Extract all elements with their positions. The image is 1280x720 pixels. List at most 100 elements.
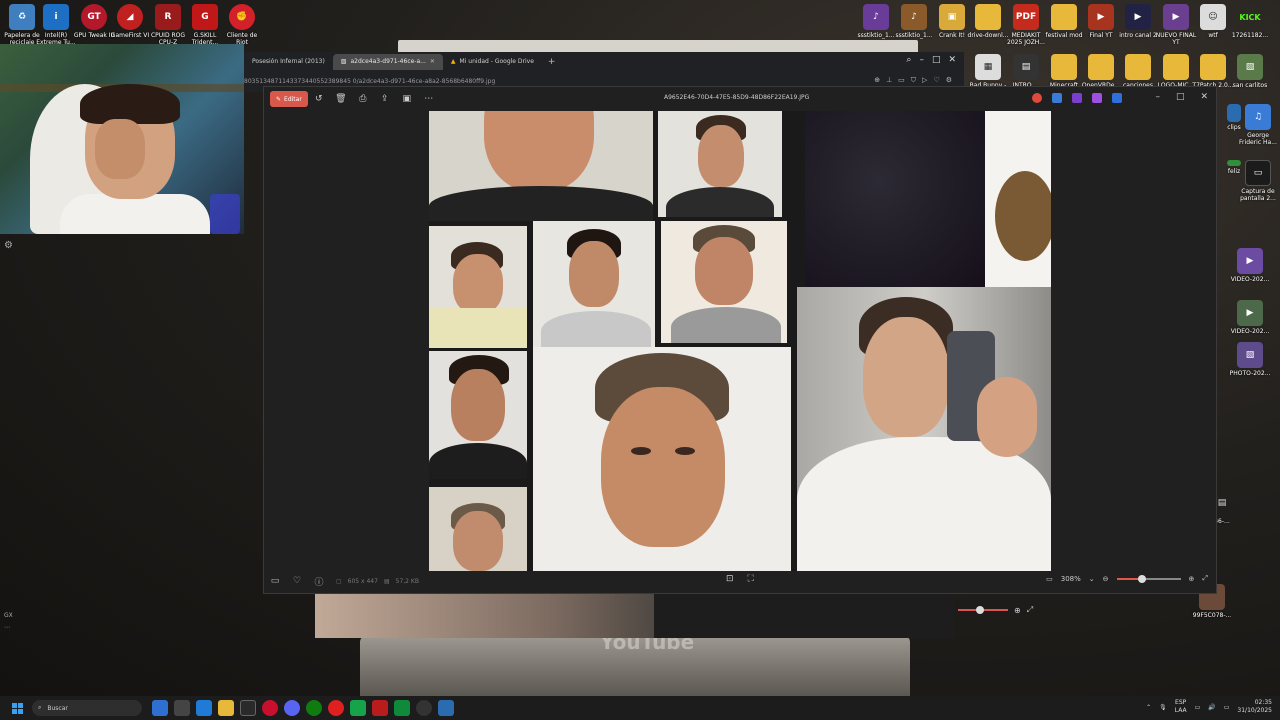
minimize-button[interactable]: – [1155,92,1160,102]
browser-close-button[interactable]: ✕ [948,55,956,65]
language-indicator[interactable]: ESP LAA [1175,699,1187,715]
zoom-slider[interactable] [1116,574,1181,583]
zoom-level[interactable]: 308% [1061,575,1081,583]
desktop-icon-san-carlitos[interactable]: ▧ san carlitos [1228,54,1272,89]
shield-icon[interactable]: ⛉ [911,76,916,85]
desktop-icon-captura[interactable]: ▭ Captura de pantalla 2... [1236,160,1280,202]
more-options-icon[interactable]: ⋯ [418,94,440,104]
shirt-shape [429,186,653,221]
rotate-icon[interactable]: ↺ [308,94,330,104]
photo-tile-edge [985,111,1051,287]
image-dimensions: 605 x 447 [347,577,378,585]
clock[interactable]: 02:35 31/10/2025 [1237,699,1272,715]
face-shape [453,254,503,314]
close-tab-icon[interactable]: ✕ [430,54,435,70]
image-canvas[interactable] [429,111,1051,571]
background-expand-icon[interactable]: ⤢ [1027,605,1033,615]
filmstrip-icon[interactable]: ▭ [264,576,286,586]
fit-icon[interactable]: ▭ [1046,575,1053,583]
info-icon[interactable]: ⓘ [308,575,330,588]
edge-icon[interactable] [196,700,212,716]
media-player-icon[interactable] [328,700,344,716]
settings-icon[interactable]: ⚙ [946,76,952,85]
play-icon[interactable] [350,700,366,716]
fit-to-window-icon[interactable]: ⊡ [726,574,734,584]
delete-icon[interactable]: 🗑 [330,94,352,104]
image-tab-icon: ▧ [340,58,347,65]
discord-icon[interactable] [284,700,300,716]
zoom-slider-knob[interactable] [1138,574,1147,583]
designer-icon[interactable] [1092,93,1102,103]
mic-icon[interactable]: 🎙 [1159,704,1167,711]
chrome-icon[interactable] [416,700,432,716]
favorite-icon[interactable]: ♡ [286,576,308,586]
browser-tab-posesion[interactable]: Posesión Infernal (2013) [244,54,333,70]
browser-maximize-button[interactable]: □ [932,55,941,65]
close-button[interactable]: ✕ [1200,92,1208,102]
zoom-in-icon[interactable]: ⊕ [1189,575,1195,583]
side-tools-bottom[interactable]: GX ⋯ [4,610,13,634]
intel-icon: i [43,4,69,30]
drive-icon: ▲ [450,58,456,65]
file-icon: ▭ [1245,160,1271,186]
face-shape [484,111,594,191]
photo-viewer-window: ✎ Editar ↺ 🗑 ⎙ ⇪ ▣ ⋯ A9652E46-70D4-47E5-… [263,86,1217,594]
play-icon[interactable]: ▷ [922,76,927,85]
edit-button[interactable]: ✎ Editar [270,91,308,107]
browser-tab-image[interactable]: ▧ a2dce4a3-d971-46ce-a... ✕ [332,54,443,70]
maximize-button[interactable]: □ [1176,92,1185,102]
taskbar-search[interactable]: ⌕ Buscar [32,700,142,716]
extension-icon[interactable]: ▭ [898,76,905,85]
tray-overflow-icon[interactable]: ⌃ [1146,704,1151,711]
file-icon: ♪ [863,4,889,30]
desktop-icon-video-2[interactable]: ▶ VIDEO-202... [1228,300,1272,335]
gx-icon[interactable]: GX [4,610,13,622]
desktop-icon-video-1[interactable]: ▶ VIDEO-202... [1228,248,1272,283]
desktop-icon-riot[interactable]: ✊ Cliente de Riot [220,4,264,46]
copilot-icon[interactable] [1032,93,1042,103]
opera-gx-icon[interactable] [262,700,278,716]
battery-icon[interactable]: ▭ [1224,704,1230,711]
network-icon[interactable]: ▭ [1195,704,1201,711]
browser-tab-drive[interactable]: ▲ Mi unidad - Google Drive [443,54,542,70]
share-icon[interactable]: ⇪ [374,94,396,104]
start-button[interactable] [6,697,28,719]
image-icon: ▧ [1237,342,1263,368]
paint-icon[interactable] [1052,93,1062,103]
file-icon: ▦ [975,54,1001,80]
print-icon[interactable]: ⎙ [352,94,374,104]
gskill-icon: G [192,4,218,30]
xbox-icon[interactable] [306,700,322,716]
slideshow-icon[interactable]: ▣ [396,94,418,104]
clipchamp-icon[interactable] [1072,93,1082,103]
desktop-icon-george-frideric[interactable]: ♫ George Frideric Ha... [1236,104,1280,146]
browser-search-icon[interactable]: ⌕ [906,55,911,65]
side-settings-icon[interactable]: ⚙ [4,240,13,251]
file-explorer-icon[interactable] [218,700,234,716]
onedrive-icon[interactable] [1112,93,1122,103]
desktop-icon-photo[interactable]: ▧ PHOTO-202... [1228,342,1272,377]
heart-icon[interactable]: ♡ [933,76,939,85]
background-zoom-in-icon[interactable]: ⊕ [1014,606,1021,615]
fullscreen-icon[interactable]: ⤢ [1202,574,1208,583]
excel-icon[interactable] [394,700,410,716]
photo-tile-main [533,347,791,571]
background-zoom-control: ⊕ ⤢ [958,602,1068,618]
zoom-dropdown-icon[interactable]: ⌄ [1089,575,1095,583]
pin-icon[interactable]: ⊥ [886,76,892,85]
more-icon[interactable]: ⋯ [4,622,13,634]
task-view-icon[interactable] [152,700,168,716]
zoom-icon[interactable]: ⊕ [874,76,880,85]
photos-icon[interactable] [438,700,454,716]
rog-icon[interactable] [372,700,388,716]
new-tab-button[interactable]: + [542,57,562,67]
desktop-icon-kick[interactable]: KICK 17261182... [1228,4,1272,40]
zoom-out-icon[interactable]: ⊖ [1103,575,1109,583]
browser-minimize-button[interactable]: – [919,55,924,65]
face-shape [601,387,725,547]
widgets-icon[interactable] [174,700,190,716]
background-zoom-slider[interactable] [958,606,1008,614]
volume-icon[interactable]: 🔊 [1208,704,1215,711]
actual-size-icon[interactable]: ⛶ [748,574,754,584]
app-icon-1[interactable] [240,700,256,716]
